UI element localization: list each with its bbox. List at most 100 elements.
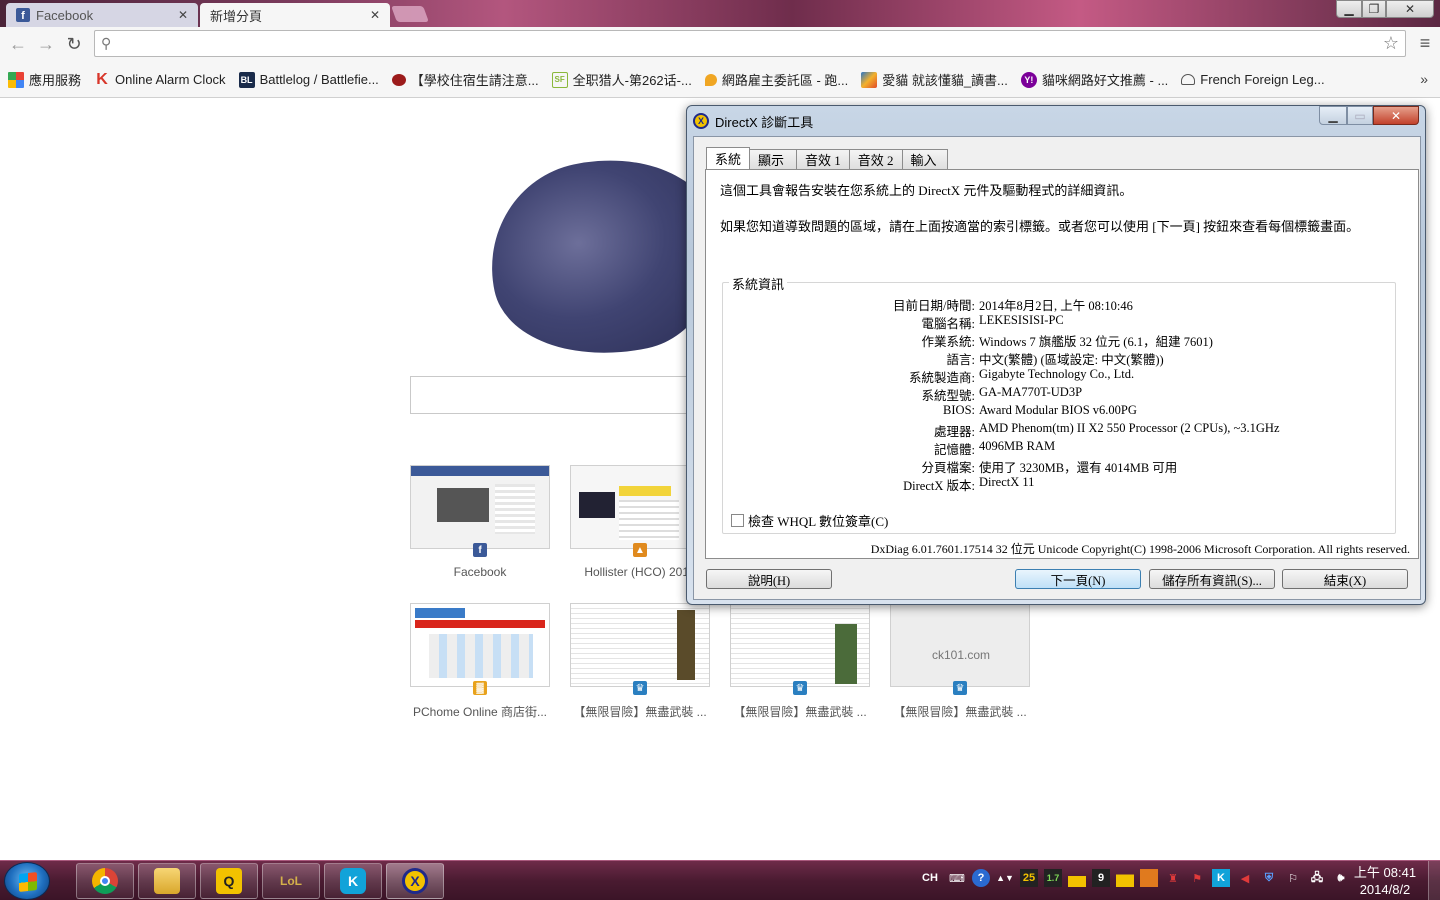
bookmark-label: 貓咪網路好文推薦 - ... [1041, 73, 1169, 88]
bookmark-item[interactable]: SF 全职猎人-第262话-... [551, 70, 692, 89]
explorer-taskbar-button[interactable] [138, 863, 196, 899]
dxdiag-client-area: 系統 顯示 音效 1 音效 2 輸入 這個工具會報告安裝在您系統上的 Direc… [693, 136, 1421, 600]
k-logo-icon: K [96, 70, 108, 88]
ck101-favicon-icon: ♛ [953, 681, 967, 695]
forward-arrow-icon[interactable]: → [34, 32, 58, 56]
dxdiag-close-button[interactable]: ✕ [1373, 106, 1419, 125]
gpu-readout[interactable]: 9 [1092, 869, 1110, 887]
bookmark-item[interactable]: 愛貓 就該懂貓_讀書... [861, 70, 1008, 89]
bookmark-item[interactable]: 【學校住宿生請注意... [391, 70, 539, 89]
start-button[interactable] [4, 862, 50, 900]
whql-checkbox[interactable] [731, 514, 744, 527]
app-q-taskbar-button[interactable]: Q [200, 863, 258, 899]
most-visited-tile[interactable]: ♛ 【無限冒險】無盡武裝 ... [730, 603, 870, 720]
bookmark-item[interactable]: 網路雇主委託區 - 跑... [704, 70, 848, 89]
group-label: 系統資訊 [729, 274, 788, 293]
next-page-button[interactable]: 下一頁(N) [1015, 569, 1141, 589]
maximize-button[interactable]: ❐ [1362, 0, 1386, 18]
new-tab-button[interactable] [391, 6, 429, 22]
most-visited-tile[interactable]: ♛ 【無限冒險】無盡武裝 ... [570, 603, 710, 720]
tab-label: Facebook [36, 7, 94, 23]
whql-checkbox-row[interactable]: 檢查 WHQL 數位簽章(C) [731, 511, 888, 530]
tray-expand-icon[interactable]: ▲▼ [996, 869, 1014, 887]
tray-app-flag-icon[interactable]: ⚑ [1188, 869, 1206, 887]
tab-sound-2[interactable]: 音效 2 [848, 149, 903, 169]
chrome-menu-icon[interactable]: ≡ [1414, 31, 1436, 55]
action-center-flag-icon[interactable]: ⚐ [1284, 869, 1302, 887]
most-visited-tile[interactable]: ck101.com ♛ 【無限冒險】無盡武裝 ... [890, 603, 1030, 720]
bookmark-item[interactable]: BL Battlelog / Battlefie... [238, 71, 379, 88]
system-clock[interactable]: 上午 08:41 2014/8/2 [1350, 864, 1420, 898]
close-window-button[interactable]: ✕ [1386, 0, 1434, 18]
save-all-info-button[interactable]: 儲存所有資訊(S)... [1149, 569, 1275, 589]
info-value: LEKESISISI-PC [979, 313, 1064, 327]
speaker-red-icon[interactable]: ◀ [1236, 869, 1254, 887]
bookmark-item[interactable]: Y! 貓咪網路好文推薦 - ... [1020, 70, 1169, 89]
info-row: 系統製造商: Gigabyte Technology Co., Ltd. [723, 367, 1397, 385]
yahoo-icon: Y! [1020, 71, 1037, 88]
omnibox[interactable]: ⚲ ☆ [94, 30, 1406, 57]
bookmark-apps[interactable]: 應用服務 [8, 70, 81, 89]
tab-system[interactable]: 系統 [706, 147, 751, 169]
k-app-icon: K [340, 868, 366, 894]
back-arrow-icon[interactable]: ← [6, 32, 30, 56]
cpu-readout[interactable]: 1.7 [1044, 869, 1062, 887]
tab-close-icon[interactable]: ✕ [370, 8, 380, 22]
tile-title: 【無限冒險】無盡武裝 ... [893, 705, 1027, 719]
cpu-graph-icon[interactable] [1068, 869, 1086, 887]
ladybug-icon [391, 73, 406, 86]
tab-sound-1[interactable]: 音效 1 [796, 149, 850, 169]
tab-display[interactable]: 顯示 [749, 149, 798, 169]
address-input[interactable] [121, 34, 1371, 54]
keyboard-icon[interactable]: ⌨ [948, 869, 966, 887]
temperature-readout[interactable]: 25 [1020, 869, 1038, 887]
lol-taskbar-button[interactable]: LoL [262, 863, 320, 899]
kkbox-tray-icon[interactable]: K [1212, 869, 1230, 887]
most-visited-tile[interactable]: ▓ PChome Online 商店街... [410, 603, 550, 720]
helmet-icon [1181, 74, 1196, 85]
info-row: 作業系統: Windows 7 旗艦版 32 位元 (6.1，組建 7601) [723, 331, 1397, 349]
info-key: 目前日期/時間: [893, 299, 975, 313]
most-visited-tile[interactable]: f Facebook [410, 465, 550, 579]
info-key: 系統製造商: [909, 371, 975, 385]
bookmark-item[interactable]: French Foreign Leg... [1181, 72, 1325, 87]
help-button[interactable]: 說明(H) [706, 569, 832, 589]
ntp-search-box[interactable] [410, 376, 700, 414]
info-row: 分頁檔案: 使用了 3230MB，還有 4014MB 可用 [723, 457, 1397, 475]
show-desktop-button[interactable] [1428, 861, 1440, 900]
tray-app-red-icon[interactable]: ♜ [1164, 869, 1182, 887]
exit-button[interactable]: 結束(X) [1282, 569, 1408, 589]
whql-label: 檢查 WHQL 數位簽章(C) [748, 514, 889, 529]
bookmark-label: French Foreign Leg... [1200, 72, 1325, 87]
tab-input[interactable]: 輸入 [901, 149, 948, 169]
shield-icon[interactable]: ⛨ [1260, 869, 1278, 887]
copyright-text: DxDiag 6.01.7601.17514 32 位元 Unicode Cop… [870, 542, 1410, 556]
tray-app-orange-icon[interactable] [1140, 869, 1158, 887]
memory-graph-icon[interactable] [1116, 869, 1134, 887]
chrome-taskbar-button[interactable] [76, 863, 134, 899]
tile-placeholder-text: ck101.com [931, 648, 991, 662]
info-row: 電腦名稱: LEKESISISI-PC [723, 313, 1397, 331]
help-icon[interactable]: ? [972, 869, 990, 887]
bookmark-label: Battlelog / Battlefie... [259, 72, 379, 87]
info-value: AMD Phenom(tm) II X2 550 Processor (2 CP… [979, 421, 1280, 435]
reload-icon[interactable]: ↻ [62, 32, 86, 56]
dxdiag-taskbar-button[interactable]: X [386, 863, 444, 899]
dxdiag-minimize-button[interactable]: ▁ [1319, 106, 1347, 125]
facebook-favicon-icon: f [16, 8, 30, 22]
tab-facebook[interactable]: f Facebook ✕ [6, 3, 198, 27]
kkbox-taskbar-button[interactable]: K [324, 863, 382, 899]
bookmark-star-icon[interactable]: ☆ [1383, 33, 1399, 54]
language-indicator[interactable]: CH [918, 869, 942, 887]
volume-icon[interactable]: 🕪 [1332, 869, 1350, 887]
dxdiag-tabs: 系統 顯示 音效 1 音效 2 輸入 [706, 147, 948, 169]
tile-title: Facebook [453, 565, 507, 579]
bookmark-item[interactable]: K Online Alarm Clock [94, 70, 225, 88]
bookmarks-overflow-icon[interactable]: » [1420, 71, 1428, 87]
info-row: DirectX 版本: DirectX 11 [723, 475, 1397, 493]
system-tray: CH ⌨ ? ▲▼ 25 1.7 9 ♜ ⚑ K ◀ ⛨ ⚐ 🖧 🕪 [918, 869, 1356, 887]
minimize-button[interactable]: ▁ [1336, 0, 1362, 18]
tab-close-icon[interactable]: ✕ [178, 8, 188, 22]
network-icon[interactable]: 🖧 [1308, 869, 1326, 887]
tab-new-tab[interactable]: 新增分頁 ✕ [200, 3, 390, 27]
